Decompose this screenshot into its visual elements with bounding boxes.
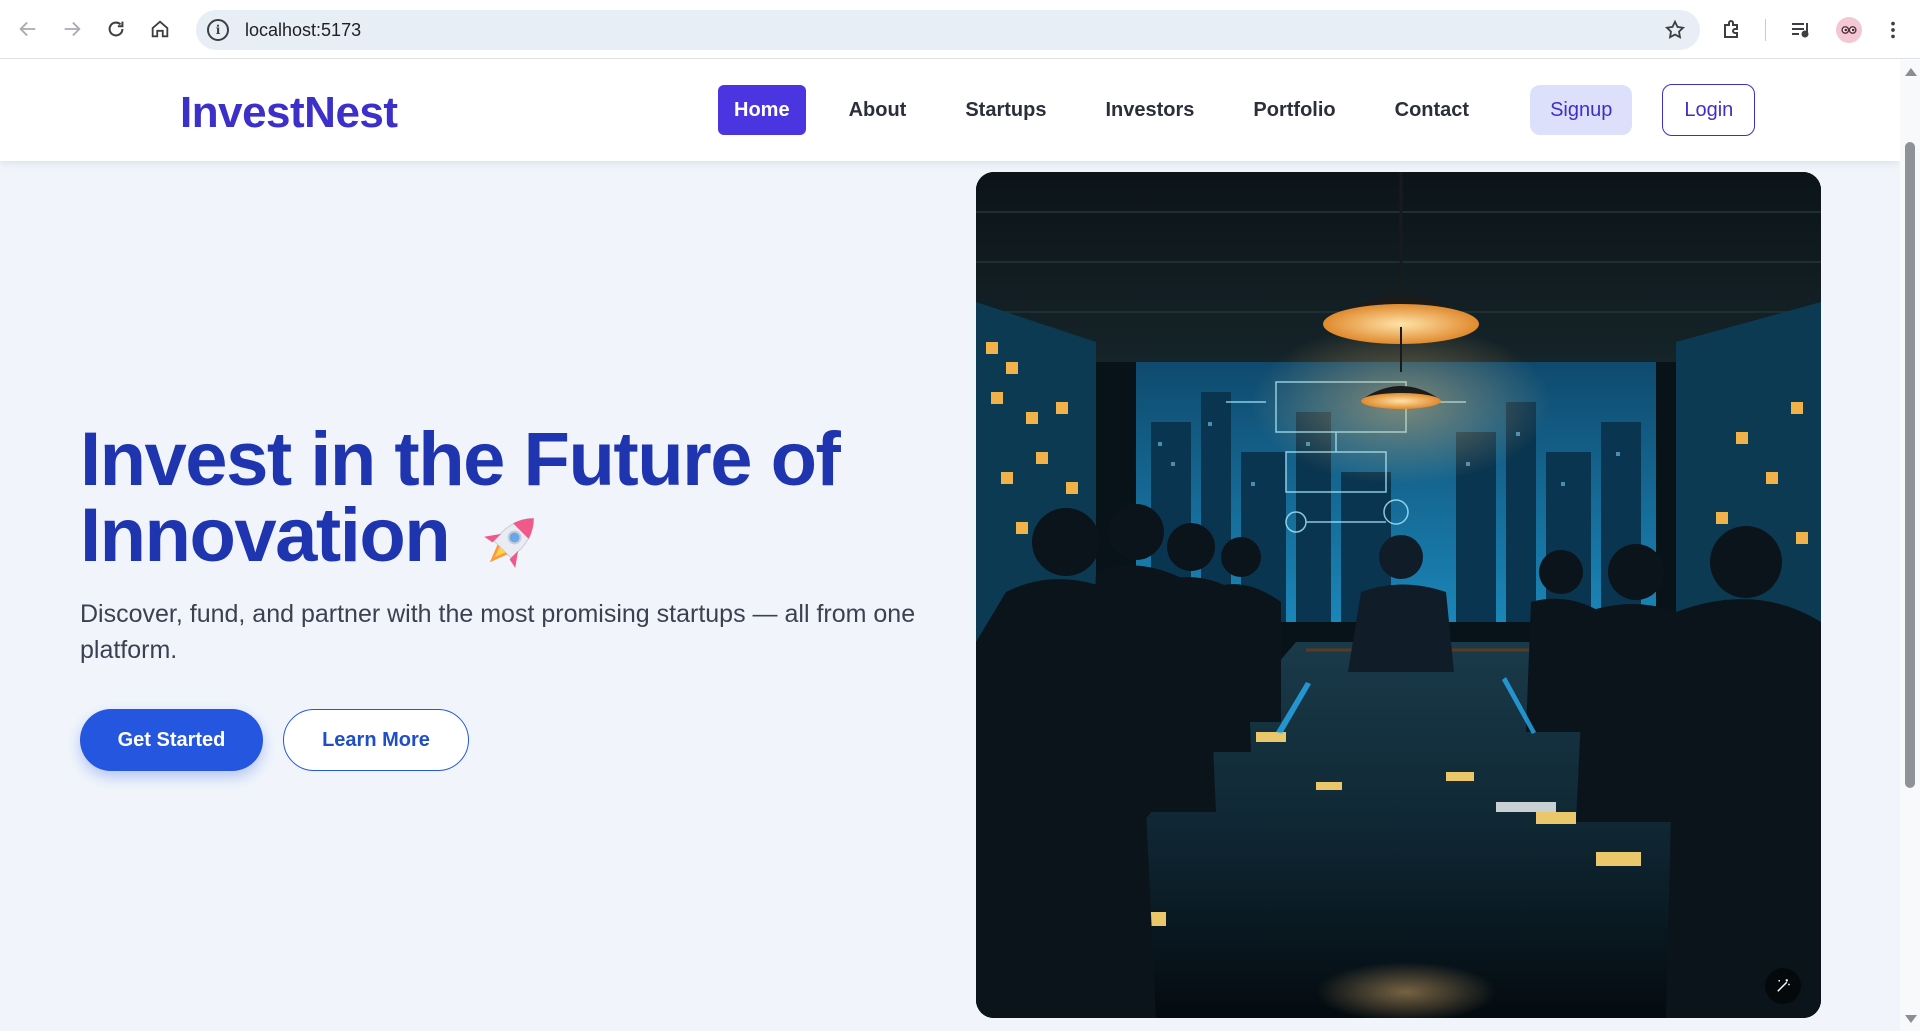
- login-button[interactable]: Login: [1662, 84, 1756, 136]
- magic-wand-icon[interactable]: [1765, 968, 1801, 1004]
- nav-contact[interactable]: Contact: [1379, 85, 1485, 135]
- nav-portfolio[interactable]: Portfolio: [1237, 85, 1351, 135]
- signup-button[interactable]: Signup: [1530, 85, 1633, 135]
- rocket-icon: [471, 503, 551, 579]
- toolbar-divider: [1765, 18, 1766, 41]
- get-started-button[interactable]: Get Started: [80, 709, 263, 771]
- site-header: InvestNest Home About Startups Investors…: [0, 60, 1900, 161]
- hero-subtitle: Discover, fund, and partner with the mos…: [80, 600, 916, 664]
- nav-investors[interactable]: Investors: [1089, 85, 1210, 135]
- puzzle-icon[interactable]: [1719, 17, 1745, 43]
- kebab-menu-icon[interactable]: [1880, 17, 1906, 43]
- url-text[interactable]: localhost:5173: [245, 20, 361, 41]
- scroll-down-arrow-icon[interactable]: [1905, 1015, 1917, 1023]
- scroll-up-arrow-icon[interactable]: [1905, 68, 1917, 76]
- learn-more-button[interactable]: Learn More: [283, 709, 469, 771]
- browser-toolbar: i localhost:5173: [0, 0, 1920, 59]
- home-icon[interactable]: [142, 11, 178, 47]
- hero-title: Invest in the Future of Innovation: [80, 422, 960, 579]
- back-arrow-icon[interactable]: [10, 11, 46, 47]
- site-logo[interactable]: InvestNest: [180, 88, 398, 138]
- nav-home[interactable]: Home: [718, 85, 806, 135]
- info-icon[interactable]: i: [207, 19, 229, 41]
- hero-title-line1: Invest in the Future of: [80, 417, 841, 502]
- scrollbar-thumb[interactable]: [1905, 142, 1915, 788]
- address-bar[interactable]: i localhost:5173: [196, 10, 1700, 50]
- hero-title-line2: Innovation: [80, 493, 451, 578]
- hero-image: [976, 172, 1821, 1018]
- nav-about[interactable]: About: [833, 85, 923, 135]
- reload-icon[interactable]: [98, 11, 134, 47]
- nav-startups[interactable]: Startups: [949, 85, 1062, 135]
- page-viewport: InvestNest Home About Startups Investors…: [0, 60, 1900, 1031]
- star-icon[interactable]: [1664, 19, 1686, 41]
- profile-avatar[interactable]: [1836, 16, 1862, 43]
- page-scrollbar[interactable]: [1900, 60, 1920, 1031]
- media-controls-icon[interactable]: [1788, 17, 1814, 43]
- main-nav: Home About Startups Investors Portfolio …: [718, 84, 1756, 136]
- forward-arrow-icon[interactable]: [54, 11, 90, 47]
